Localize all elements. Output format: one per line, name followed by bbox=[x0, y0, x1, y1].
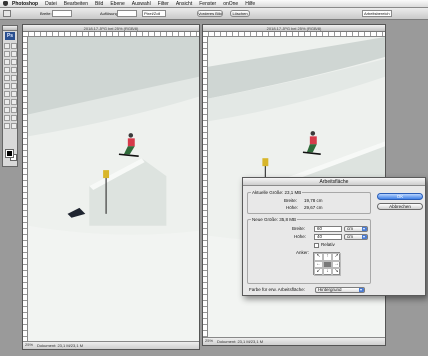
menu-fenster[interactable]: Fenster bbox=[199, 1, 216, 7]
current-width-label: Breite: bbox=[284, 198, 298, 203]
marquee-tool-icon[interactable] bbox=[11, 43, 17, 49]
blur-tool-icon[interactable] bbox=[4, 91, 10, 97]
chevron-down-icon bbox=[362, 235, 367, 239]
menu-bild[interactable]: Bild bbox=[95, 1, 103, 7]
canvas-extension-color-value: Hintergrund bbox=[318, 287, 342, 292]
document-zoom[interactable]: 25% bbox=[205, 337, 213, 345]
new-height-input[interactable]: 40 bbox=[314, 234, 342, 240]
menu-ansicht[interactable]: Ansicht bbox=[176, 1, 192, 7]
crop-tool-icon[interactable] bbox=[3, 10, 11, 17]
relative-label: Relativ bbox=[321, 242, 335, 247]
shape-tool-icon[interactable] bbox=[11, 107, 17, 113]
anchor-bottom-left[interactable]: ↙ bbox=[314, 268, 323, 276]
new-width-label: Breite: bbox=[292, 226, 306, 231]
menu-app[interactable]: Photoshop bbox=[12, 1, 38, 7]
menu-onone[interactable]: onOne bbox=[223, 1, 238, 7]
magic-wand-tool-icon[interactable] bbox=[11, 51, 17, 57]
menu-bar: Photoshop Datei Bearbeiten Bild Ebene Au… bbox=[0, 0, 428, 8]
menu-filter[interactable]: Filter bbox=[158, 1, 169, 7]
canvas-size-dialog: Arbeitsfläche Aktuelle Größe: 23,1 MB Br… bbox=[242, 177, 426, 296]
document-status-bar: Dokument: 23,1 M/23,1 M bbox=[23, 341, 199, 349]
document-status-bar: Dokument: 23,1 M/23,1 M bbox=[203, 337, 385, 345]
crop-tool-icon[interactable] bbox=[4, 59, 10, 65]
menu-datei[interactable]: Datei bbox=[45, 1, 57, 7]
document-canvas[interactable] bbox=[28, 37, 199, 341]
workspace-select[interactable]: Arbeitsbereich bbox=[362, 10, 392, 17]
current-width-value: 19,78 cm bbox=[304, 198, 323, 203]
canvas-extension-color-label: Farbe für erw. Arbeitsfläche: bbox=[249, 287, 306, 292]
document-zoom[interactable]: 25% bbox=[25, 341, 33, 349]
anchor-bottom-right[interactable]: ↘ bbox=[332, 268, 341, 276]
dodge-tool-icon[interactable] bbox=[11, 91, 17, 97]
anchor-label: Anker: bbox=[296, 250, 310, 255]
new-width-unit-select[interactable]: cm bbox=[344, 226, 368, 232]
new-height-unit-select[interactable]: cm bbox=[344, 234, 368, 240]
snowboard-photo bbox=[28, 37, 199, 341]
new-height-unit-value: cm bbox=[347, 234, 353, 239]
menu-bearbeiten[interactable]: Bearbeiten bbox=[64, 1, 88, 7]
relative-checkbox[interactable] bbox=[314, 243, 319, 248]
new-width-unit-value: cm bbox=[347, 226, 353, 231]
move-tool-icon[interactable] bbox=[4, 43, 10, 49]
document-title[interactable]: 2018.17.JPG bei 25% (RGB/8) bbox=[203, 25, 385, 32]
foreground-color-swatch[interactable] bbox=[5, 149, 14, 158]
eyedropper-tool-icon[interactable] bbox=[11, 115, 17, 121]
document-title[interactable]: 2018.17.JPG bei 25% (RGB/8) bbox=[23, 25, 199, 32]
dialog-title[interactable]: Arbeitsfläche bbox=[243, 178, 425, 186]
history-brush-tool-icon[interactable] bbox=[11, 75, 17, 81]
menu-ebene[interactable]: Ebene bbox=[110, 1, 124, 7]
ok-button[interactable]: OK bbox=[377, 193, 423, 200]
path-selection-tool-icon[interactable] bbox=[4, 99, 10, 105]
eraser-tool-icon[interactable] bbox=[4, 83, 10, 89]
new-size-group: Neue Größe: 35,8 MB Breite: 60 cm Höhe: … bbox=[247, 217, 371, 284]
current-height-value: 29,67 cm bbox=[304, 205, 323, 210]
gradient-tool-icon[interactable] bbox=[11, 83, 17, 89]
type-tool-icon[interactable] bbox=[11, 99, 17, 105]
width-option-input[interactable] bbox=[52, 10, 72, 17]
brush-tool-icon[interactable] bbox=[11, 67, 17, 73]
resolution-option-input[interactable] bbox=[117, 10, 137, 17]
pen-tool-icon[interactable] bbox=[4, 107, 10, 113]
photoshop-logo: Ps bbox=[5, 32, 15, 40]
canvas-extension-color-select[interactable]: Hintergrund bbox=[315, 287, 365, 293]
anchor-right[interactable]: → bbox=[332, 260, 341, 269]
menu-hilfe[interactable]: Hilfe bbox=[245, 1, 255, 7]
resolution-unit-select[interactable]: Pixel/Zoll bbox=[142, 10, 166, 17]
anchor-center[interactable] bbox=[323, 260, 332, 269]
menu-auswahl[interactable]: Auswahl bbox=[132, 1, 151, 7]
new-size-legend: Neue Größe: 35,8 MB bbox=[251, 217, 298, 222]
anchor-top[interactable]: ↑ bbox=[323, 253, 332, 261]
lasso-tool-icon[interactable] bbox=[4, 51, 10, 57]
front-image-button[interactable]: Vorderes Bild bbox=[197, 10, 223, 17]
apple-menu-icon[interactable] bbox=[3, 1, 8, 6]
cancel-button[interactable]: Abbrechen bbox=[377, 203, 423, 210]
anchor-left[interactable]: ← bbox=[314, 260, 323, 269]
anchor-grid[interactable]: ↖ ↑ ↗ ← → ↙ ↓ ↘ bbox=[313, 252, 341, 276]
new-height-label: Höhe: bbox=[294, 234, 307, 239]
current-size-legend: Aktuelle Größe: 23,1 MB bbox=[251, 190, 303, 195]
toolbox-header[interactable] bbox=[3, 26, 17, 31]
current-height-label: Höhe: bbox=[286, 205, 299, 210]
chevron-down-icon bbox=[359, 288, 364, 292]
document-window-left: 2018.17.JPG bei 25% (RGB/8) Dokument: 23… bbox=[22, 24, 200, 350]
anchor-top-left[interactable]: ↖ bbox=[314, 253, 323, 261]
clear-button[interactable]: Löschen bbox=[230, 10, 250, 17]
chevron-down-icon bbox=[362, 227, 367, 231]
anchor-top-right[interactable]: ↗ bbox=[332, 253, 341, 261]
options-bar: Breite: Auflösung: Pixel/Zoll Vorderes B… bbox=[0, 8, 428, 20]
hand-tool-icon[interactable] bbox=[4, 123, 10, 129]
anchor-bottom[interactable]: ↓ bbox=[323, 268, 332, 276]
notes-tool-icon[interactable] bbox=[4, 115, 10, 121]
zoom-tool-icon[interactable] bbox=[11, 123, 17, 129]
toolbox: Ps bbox=[2, 25, 18, 167]
healing-brush-tool-icon[interactable] bbox=[4, 67, 10, 73]
current-size-group: Aktuelle Größe: 23,1 MB Breite: 19,78 cm… bbox=[247, 190, 371, 214]
width-option-label: Breite: bbox=[40, 11, 52, 16]
new-width-input[interactable]: 60 bbox=[314, 226, 342, 232]
slice-tool-icon[interactable] bbox=[11, 59, 17, 65]
clone-stamp-tool-icon[interactable] bbox=[4, 75, 10, 81]
